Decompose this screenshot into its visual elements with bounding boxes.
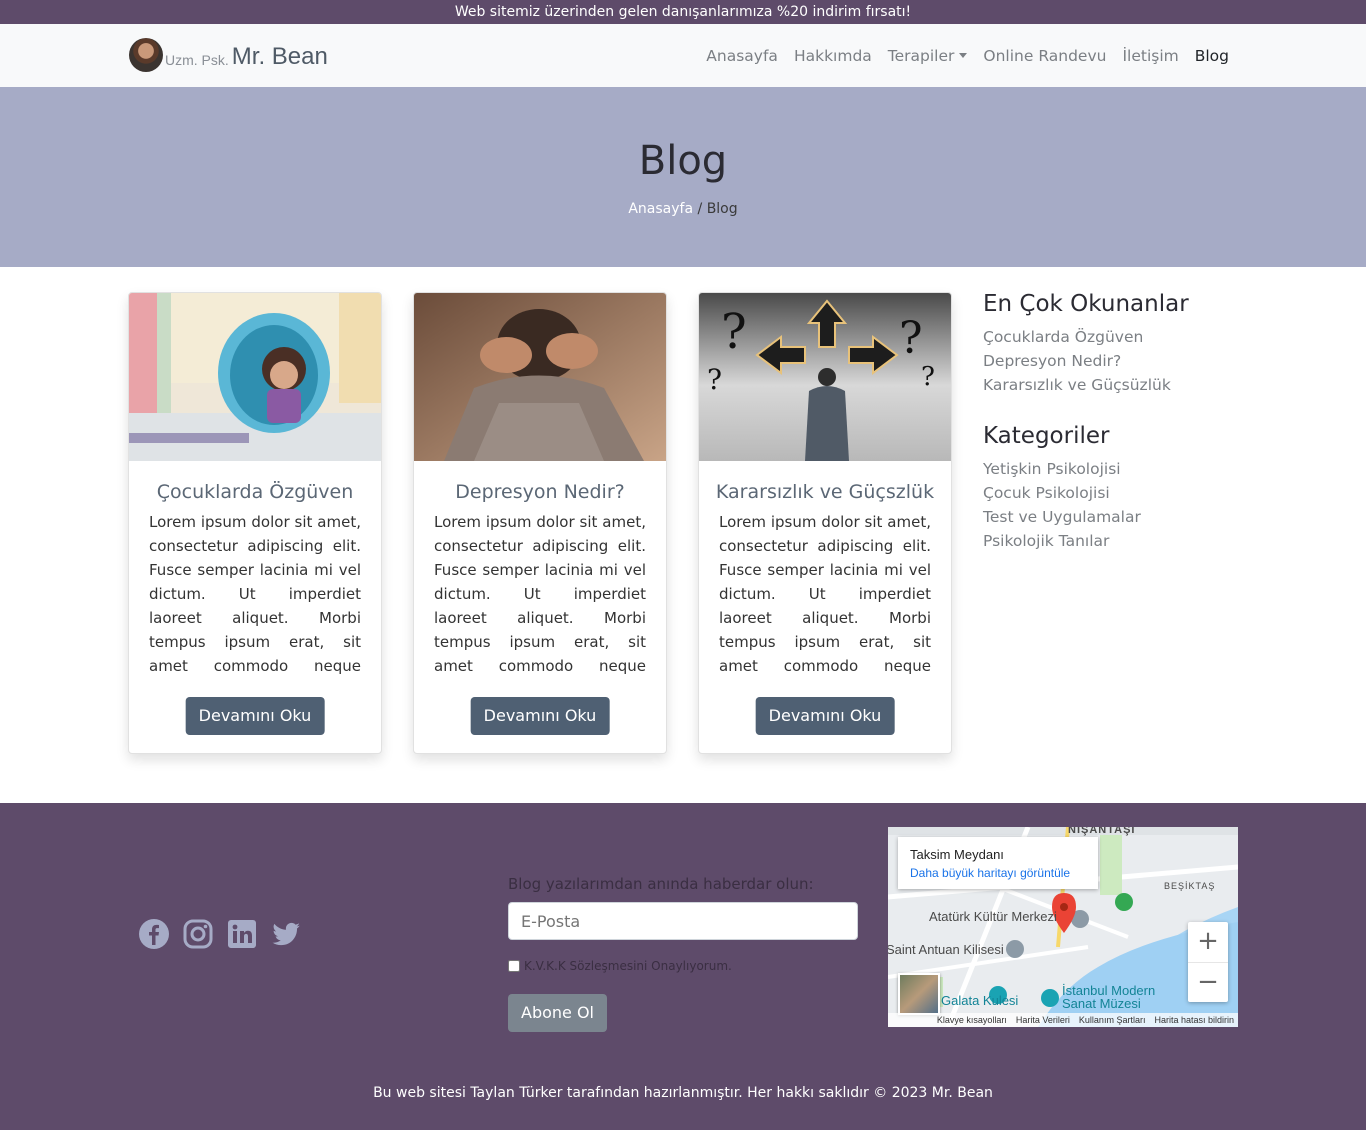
categories-title: Kategoriler [983,423,1110,449]
twitter-icon[interactable] [270,918,302,950]
map-label: Saint Antuan Kilisesi [888,942,1004,957]
post-title[interactable]: Depresyon Nedir? [414,481,666,503]
blog-card: ? ? ? ? Kararsızlık ve Güçszlük Lorem ip… [698,292,952,754]
popular-link[interactable]: Çocuklarda Özgüven [983,325,1233,349]
map-label: NIŞANTAŞI [1068,827,1136,836]
larger-map-link[interactable]: Daha büyük haritayı görüntüle [910,866,1086,880]
promo-text: Web sitemiz üzerinden gelen danışanlarım… [454,4,912,20]
read-more-button[interactable]: Devamını Oku [185,697,325,735]
zoom-in-button[interactable]: + [1188,922,1228,962]
blog-main: Çocuklarda Özgüven Lorem ipsum dolor sit… [0,267,1366,803]
post-excerpt: Lorem ipsum dolor sit amet, consectetur … [434,513,646,675]
post-excerpt: Lorem ipsum dolor sit amet, consectetur … [149,513,361,675]
caret-down-icon [959,53,968,58]
subscribe-button[interactable]: Abone Ol [508,994,607,1032]
map-place-name: Taksim Meydanı [910,847,1004,862]
facebook-icon[interactable] [138,918,170,950]
map-footer-link[interactable]: Harita hatası bildirin [1154,1015,1234,1025]
social-links [138,918,314,950]
category-link[interactable]: Çocuk Psikolojisi [983,481,1233,505]
popular-link[interactable]: Depresyon Nedir? [983,349,1233,373]
blog-card: Depresyon Nedir? Lorem ipsum dolor sit a… [413,292,667,754]
page-title: Blog [638,138,728,184]
nav-item-hakkimda[interactable]: Hakkımda [794,47,872,65]
avatar [129,38,163,72]
post-title[interactable]: Kararsızlık ve Güçszlük [699,481,951,503]
read-more-button[interactable]: Devamını Oku [755,697,895,735]
nav-item-iletisim[interactable]: İletişim [1122,47,1178,65]
linkedin-icon[interactable] [226,918,258,950]
map-footer: Klavye kısayolları Harita Verileri Kulla… [888,1013,1238,1027]
breadcrumb-current: Blog [706,201,738,217]
popular-title: En Çok Okunanlar [983,291,1189,317]
post-image-child-tunnel[interactable] [129,293,381,461]
category-link[interactable]: Psikolojik Tanılar [983,529,1233,553]
footer: Blog yazılarımdan anında haberdar olun: … [0,803,1366,1130]
svg-text:?: ? [921,362,935,392]
email-input[interactable] [508,902,858,940]
instagram-icon[interactable] [182,918,214,950]
nav-item-terapiler-label: Terapiler [887,46,955,65]
map-label: BEŞİKTAŞ [1164,881,1216,891]
post-image-decision-arrows[interactable]: ? ? ? ? [699,293,951,461]
map-label: Galata Kulesi [941,993,1019,1008]
post-excerpt: Lorem ipsum dolor sit amet, consectetur … [719,513,931,675]
sidebar: En Çok Okunanlar Çocuklarda Özgüven Depr… [983,291,1233,553]
navbar: Uzm. Psk. Mr. Bean Anasayfa Hakkımda Ter… [0,24,1366,87]
post-title[interactable]: Çocuklarda Özgüven [129,481,381,503]
svg-text:?: ? [707,363,722,396]
main-nav: Anasayfa Hakkımda Terapiler Online Rande… [690,24,1229,87]
svg-text:?: ? [721,304,747,360]
kvkk-checkbox[interactable] [508,960,520,972]
page-header: Blog Anasayfa / Blog [0,87,1366,267]
promo-bar: Web sitemiz üzerinden gelen danışanlarım… [0,0,1366,24]
map-label: Atatürk Kültür Merkezi [929,909,1057,924]
google-map[interactable]: NIŞANTAŞI BEŞİKTAŞ Atatürk Kültür Merkez… [888,827,1238,1027]
nav-item-online-randevu[interactable]: Online Randevu [983,47,1106,65]
map-footer-link[interactable]: Kullanım Şartları [1079,1015,1146,1025]
blog-card: Çocuklarda Özgüven Lorem ipsum dolor sit… [128,292,382,754]
post-image-depressed-man[interactable] [414,293,666,461]
map-info-card: Taksim Meydanı Daha büyük haritayı görün… [898,837,1098,889]
nav-item-terapiler[interactable]: Terapiler [888,47,968,65]
brand-name: Mr. Bean [231,43,328,70]
brand-prefix: Uzm. Psk. [165,52,229,68]
map-footer-link[interactable]: Harita Verileri [1016,1015,1070,1025]
brand-logo[interactable]: Uzm. Psk. Mr. Bean [129,38,328,72]
map-label: İstanbul Modern Sanat Müzesi [1062,983,1156,1011]
category-link[interactable]: Yetişkin Psikolojisi [983,457,1233,481]
zoom-out-button[interactable]: − [1188,962,1228,1002]
map-zoom-control: + − [1188,922,1228,1002]
popular-link[interactable]: Kararsızlık ve Güçsüzlük [983,373,1233,397]
category-link[interactable]: Test ve Uygulamalar [983,505,1233,529]
newsletter-form: Blog yazılarımdan anında haberdar olun: … [508,875,858,1032]
copyright-text: Bu web sitesi Taylan Türker tarafından h… [373,1085,993,1101]
newsletter-label: Blog yazılarımdan anında haberdar olun: [508,875,814,893]
kvkk-consent: K.V.K.K Sözleşmesini Onaylıyorum. [508,959,858,973]
breadcrumb: Anasayfa / Blog [0,201,1366,217]
breadcrumb-home-link[interactable]: Anasayfa [628,201,693,217]
nav-item-blog[interactable]: Blog [1195,47,1229,65]
svg-text:?: ? [899,313,923,364]
read-more-button[interactable]: Devamını Oku [470,697,610,735]
breadcrumb-separator: / [693,201,707,217]
map-footer-link[interactable]: Klavye kısayolları [937,1015,1007,1025]
satellite-toggle[interactable] [898,973,940,1015]
kvkk-label: K.V.K.K Sözleşmesini Onaylıyorum. [524,959,732,973]
nav-item-anasayfa[interactable]: Anasayfa [706,47,778,65]
